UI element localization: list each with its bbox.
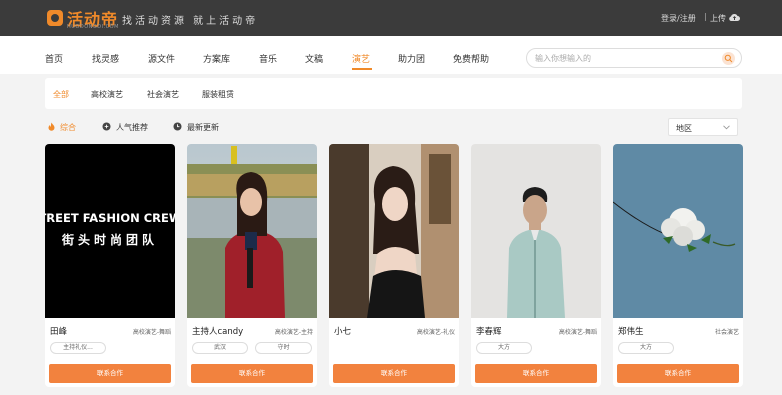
performer-photo[interactable] xyxy=(471,144,601,318)
performer-category: 高校演艺-礼仪 xyxy=(416,329,455,336)
performer-name[interactable]: 李春辉 xyxy=(476,325,502,337)
sort-latest[interactable]: 最新更新 xyxy=(187,122,219,133)
slogan: 找活动资源 就上活动帝 xyxy=(122,16,259,27)
nav-item-manuscripts[interactable]: 文稿 xyxy=(305,52,323,65)
performer-card[interactable]: 李春辉 高校演艺-舞蹈 大方 联系合作 xyxy=(471,144,601,387)
main-nav: 首页 找灵感 源文件 方案库 音乐 文稿 演艺 助力团 免费帮助 xyxy=(0,36,782,74)
header-separator: | xyxy=(704,12,707,21)
region-select[interactable]: 地区 xyxy=(668,118,738,136)
category-costume-rental[interactable]: 服装租赁 xyxy=(202,89,234,100)
popular-icon xyxy=(102,122,111,131)
top-bar: 活动帝 HUODONGDI.COM 找活动资源 就上活动帝 登录/注册 | 上传 xyxy=(0,0,782,36)
contact-button[interactable]: 联系合作 xyxy=(191,364,313,383)
performer-photo[interactable] xyxy=(187,144,317,318)
clock-icon xyxy=(173,122,182,131)
logo-icon[interactable] xyxy=(47,10,63,26)
chevron-down-icon xyxy=(723,125,730,130)
category-all[interactable]: 全部 xyxy=(53,89,69,100)
nav-item-performance[interactable]: 演艺 xyxy=(352,52,370,65)
nav-item-free-help[interactable]: 免费帮助 xyxy=(453,52,489,65)
performer-card[interactable]: 小七 高校演艺-礼仪 联系合作 xyxy=(329,144,459,387)
contact-button[interactable]: 联系合作 xyxy=(617,364,739,383)
nav-item-plans[interactable]: 方案库 xyxy=(203,52,230,65)
performer-name[interactable]: 郑伟生 xyxy=(618,325,644,337)
upload-link[interactable]: 上传 xyxy=(710,13,726,24)
nav-item-music[interactable]: 音乐 xyxy=(259,52,277,65)
category-bar: 全部 高校演艺 社会演艺 服装租赁 xyxy=(45,78,742,109)
performer-name[interactable]: 田峰 xyxy=(50,325,67,337)
photo-text-chinese: 街头时尚团队 xyxy=(61,232,158,247)
login-register-link[interactable]: 登录/注册 xyxy=(661,13,696,24)
cloud-icon[interactable] xyxy=(729,13,740,21)
logo-subtext: HUODONGDI.COM xyxy=(67,24,119,30)
performer-photo[interactable] xyxy=(613,144,743,318)
performer-name[interactable]: 主持人candy xyxy=(192,325,243,337)
performer-name[interactable]: 小七 xyxy=(334,325,351,337)
category-campus-performance[interactable]: 高校演艺 xyxy=(91,89,123,100)
performer-card[interactable]: 郑伟生 社会演艺 大方 联系合作 xyxy=(613,144,743,387)
performer-tag: 大方 xyxy=(476,342,532,354)
search-icon xyxy=(724,54,733,63)
nav-item-inspiration[interactable]: 找灵感 xyxy=(92,52,119,65)
performer-category: 高校演艺-舞蹈 xyxy=(558,329,597,336)
search-input[interactable] xyxy=(535,52,715,65)
contact-button[interactable]: 联系合作 xyxy=(475,364,597,383)
performer-photo[interactable] xyxy=(329,144,459,318)
nav-item-support-team[interactable]: 助力团 xyxy=(398,52,425,65)
flame-icon xyxy=(48,122,55,131)
nav-item-home[interactable]: 首页 xyxy=(45,52,63,65)
contact-button[interactable]: 联系合作 xyxy=(49,364,171,383)
performer-tag: 守时 xyxy=(255,342,312,354)
performer-card[interactable]: TREET FASHION CREW 街头时尚团队 田峰 高校演艺-舞蹈 主持礼… xyxy=(45,144,175,387)
contact-button[interactable]: 联系合作 xyxy=(333,364,455,383)
sort-comprehensive[interactable]: 综合 xyxy=(60,122,76,133)
region-select-label: 地区 xyxy=(676,124,692,133)
performer-category: 高校演艺-舞蹈 xyxy=(132,329,171,336)
performer-category: 社会演艺 xyxy=(714,329,739,336)
performer-photo[interactable]: TREET FASHION CREW 街头时尚团队 xyxy=(45,144,175,318)
search-button[interactable] xyxy=(722,52,735,65)
sort-popular[interactable]: 人气推荐 xyxy=(116,122,148,133)
search-box xyxy=(526,48,742,68)
performer-tag: 武汉 xyxy=(192,342,248,354)
performer-category: 高校演艺-主持 xyxy=(274,329,313,336)
performer-card[interactable]: 主持人candy 高校演艺-主持 武汉 守时 联系合作 xyxy=(187,144,317,387)
nav-active-underline xyxy=(352,68,372,70)
performer-tag: 大方 xyxy=(618,342,674,354)
performer-tag: 主持礼仪... xyxy=(50,342,106,354)
photo-text-english: TREET FASHION CREW xyxy=(45,211,175,225)
nav-item-source-files[interactable]: 源文件 xyxy=(148,52,175,65)
category-social-performance[interactable]: 社会演艺 xyxy=(147,89,179,100)
